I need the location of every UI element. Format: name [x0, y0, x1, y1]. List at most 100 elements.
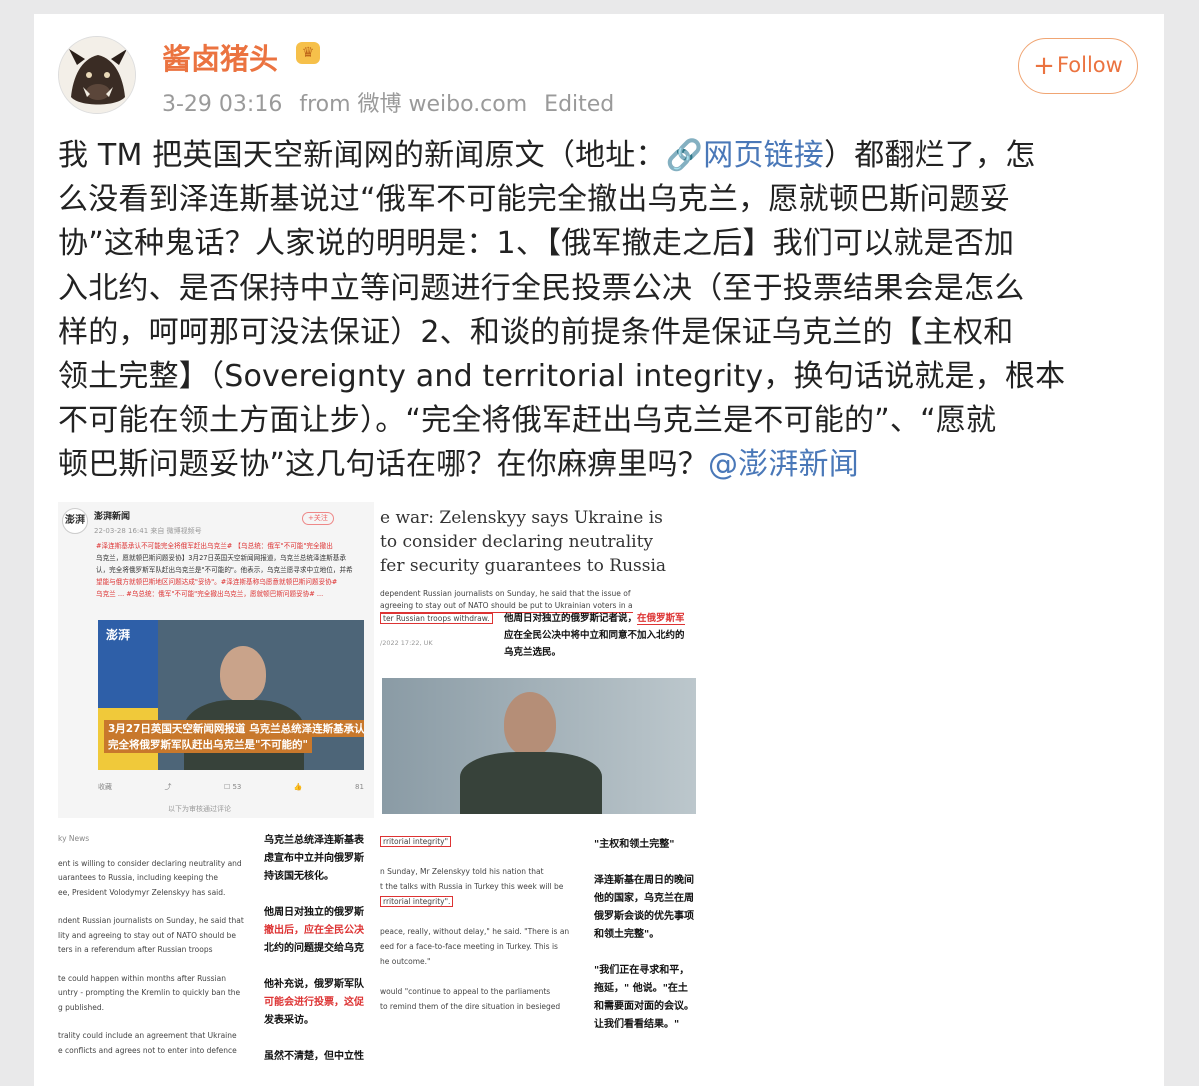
post-text-line: 么没看到泽连斯基说过“俄军不可能完全撤出乌克兰，愿就顿巴斯问题妥: [58, 182, 1010, 218]
en-line-boxed: rritorial integrity".: [380, 896, 454, 907]
en-line: n Sunday, Mr Zelenskyy told his nation t…: [380, 867, 544, 876]
image-grid: 澎湃 澎湃新闻 22-03-28 16:41 来自 微博视频号 +关注 #泽连斯…: [58, 502, 698, 1086]
cn-line: 乌克兰选民。: [504, 647, 562, 658]
en-line: dependent Russian journalists on Sunday,…: [380, 589, 631, 598]
share-icon: ⤴: [164, 783, 172, 791]
cn-line-red: 在俄罗斯军: [637, 613, 685, 625]
en-line: to remind them of the dire situation in …: [380, 1002, 561, 1011]
video-caption-1: 3月27日英国天空新闻网报道 乌克兰总统泽连斯基承认: [104, 720, 364, 737]
headline-line: fer security guarantees to Russia: [380, 556, 667, 576]
en-line: ent is willing to consider declaring neu…: [58, 858, 242, 868]
post-text-line: 我 TM 把英国天空新闻网的新闻原文（地址：🔗网页链接）都翻烂了，怎: [58, 134, 1138, 178]
edited-label[interactable]: Edited: [544, 92, 614, 117]
en-line: untry - prompting the Kremlin to quickly…: [58, 988, 241, 997]
en-line: peace, really, without delay," he said. …: [380, 927, 570, 936]
en-line: te could happen within months after Russ…: [58, 973, 227, 983]
follow-label: Follow: [1056, 53, 1123, 77]
cn-line: 虽然不清楚，但中立性: [264, 1051, 364, 1062]
image2-video: [382, 678, 696, 814]
cn-line: 他补充说，俄罗斯军队: [264, 979, 364, 990]
web-link[interactable]: 🔗网页链接: [666, 138, 824, 173]
action-label: 收藏: [98, 783, 112, 791]
image1-video: 澎湃 3月27日英国天空新闻网报道 乌克兰总统泽连斯基承认 完全将俄罗斯军队赶出…: [98, 620, 364, 770]
avatar[interactable]: [58, 36, 136, 114]
post-text-line: 样的，呵呵那可没法保证）2、和谈的前提条件是保证乌克兰的【主权和: [58, 314, 1014, 350]
image4-cn: "主权和领土完整" 泽连斯基在周日的晚间 他的国家，乌克兰在周 俄罗斯会谈的优先…: [594, 836, 698, 1034]
cn-line: 和需要面对面的会议。: [594, 1001, 694, 1012]
headline-line: to consider declaring neutrality: [380, 532, 654, 552]
username[interactable]: 酱卤猪头: [162, 36, 278, 78]
post-timestamp[interactable]: 3-29 03:16: [162, 92, 282, 117]
post-text-segment: ）都翻烂了，怎: [824, 138, 1036, 173]
cn-line: 他周日对独立的俄罗斯: [264, 907, 364, 918]
post-text-line: 领土完整】（Sovereignty and territorial integr…: [58, 358, 1066, 394]
attached-image-1[interactable]: 澎湃 澎湃新闻 22-03-28 16:41 来自 微博视频号 +关注 #泽连斯…: [58, 502, 374, 818]
image2-cn: 他周日对独立的俄罗斯记者说，在俄罗斯军 应在全民公决中将中立和同意不加入北约的 …: [504, 610, 685, 661]
en-line: t the talks with Russia in Turkey this w…: [380, 882, 564, 891]
en-line: trality could include an agreement that …: [58, 1031, 237, 1040]
cn-line: 俄罗斯会谈的优先事项: [594, 911, 694, 922]
en-line: he outcome.": [380, 957, 431, 966]
post-source: from 微博 weibo.com: [299, 92, 528, 117]
en-line-boxed: rritorial integrity": [380, 836, 452, 847]
post-meta: 3-29 03:16 from 微博 weibo.com Edited: [162, 86, 624, 118]
en-line: ky News: [58, 834, 90, 843]
post-text-line: 不可能在领土方面让步）。“完全将俄军赶出乌克兰是不可能的”、“愿就: [58, 403, 997, 439]
en-line: eed for a face-to-face meeting in Turkey…: [380, 942, 558, 951]
image1-comment-hint: 以下为审核通过评论: [168, 805, 231, 813]
en-line: ndent Russian journalists on Sunday, he …: [58, 916, 244, 925]
post-text-line: 协”这种鬼话？人家说的明明是：1、【俄军撤走之后】我们可以就是否加: [58, 226, 1015, 262]
follow-button[interactable]: +Follow: [1018, 38, 1138, 94]
like-count: 81: [355, 783, 364, 791]
cn-line: 拖延，" 他说。"在土: [594, 983, 688, 994]
image1-actions: 收藏 ⤴ ☐ 53 👍 81: [98, 780, 364, 794]
post-text-segment: 我 TM 把英国天空新闻网的新闻原文（地址：: [58, 138, 666, 173]
cn-line: 应在全民公决中将中立和同意不加入北约的: [504, 630, 685, 641]
image2-headline: e war: Zelenskyy says Ukraine is to cons…: [380, 506, 666, 578]
image1-body-line: 认，完全将俄罗斯军队赶出乌克兰是"不可能的"。他表示，乌克兰愿寻求中立地位，并希: [96, 566, 353, 574]
account-avatar: 澎湃: [62, 508, 88, 534]
en-line-boxed: ter Russian troops withdraw.: [380, 613, 493, 624]
en-line: e conflicts and agrees not to enter into…: [58, 1045, 237, 1055]
boar-avatar-icon: [59, 37, 135, 113]
video-logo: 澎湃: [106, 628, 131, 642]
post-text-line: 顿巴斯问题妥协”这几句话在哪？在你麻痹里吗？@澎湃新闻: [58, 443, 1138, 487]
cn-line: "我们正在寻求和平，: [594, 965, 690, 976]
video-caption-2: 完全将俄罗斯军队赶出乌克兰是"不可能的": [104, 736, 312, 753]
weibo-post-card: 酱卤猪头 ♛ 3-29 03:16 from 微博 weibo.com Edit…: [34, 14, 1164, 1086]
web-link-label: 网页链接: [703, 138, 825, 173]
cn-line: 和领土完整"。: [594, 929, 660, 940]
image1-body-line: #泽连斯基承认不可能完全将俄军赶出乌克兰# 【乌总统：俄军"不可能"完全撤出: [96, 542, 333, 550]
cn-line: 乌克兰总统泽连斯基表: [264, 835, 364, 846]
cn-line: "主权和领土完整": [594, 839, 675, 850]
image4-en: rritorial integrity" n Sunday, Mr Zelens…: [380, 834, 580, 1014]
image3-en: ky News ent is willing to consider decla…: [58, 832, 254, 1058]
mention-link[interactable]: @澎湃新闻: [708, 447, 859, 482]
attached-image-4[interactable]: rritorial integrity" n Sunday, Mr Zelens…: [380, 824, 698, 1086]
image2-date: /2022 17:22, UK: [380, 639, 433, 647]
comment-count: ☐ 53: [223, 783, 242, 791]
vip-crown-icon: ♛: [296, 42, 320, 64]
en-line: ee, President Volodymyr Zelenskyy has sa…: [58, 887, 226, 897]
cn-line: 持该国无核化。: [264, 871, 334, 882]
image1-date: 22-03-28 16:41 来自 微博视频号: [94, 527, 202, 535]
cn-line: 让我们看看结果。": [594, 1019, 680, 1030]
comment-count-value: 53: [232, 783, 242, 791]
post-text: 我 TM 把英国天空新闻网的新闻原文（地址：🔗网页链接）都翻烂了，怎 么没看到泽…: [58, 134, 1138, 488]
attached-image-2[interactable]: e war: Zelenskyy says Ukraine is to cons…: [380, 502, 698, 818]
image3-cn: 乌克兰总统泽连斯基表 虑宣布中立并向俄罗斯 持该国无核化。 他周日对独立的俄罗斯…: [264, 832, 374, 1066]
post-text-segment: 顿巴斯问题妥协”这几句话在哪？在你麻痹里吗？: [58, 447, 708, 483]
like-icon: 👍: [293, 783, 303, 791]
image1-account: 澎湃新闻: [94, 512, 131, 522]
cn-line: 发表采访。: [264, 1015, 314, 1026]
en-line: lity and agreeing to stay out of NATO sh…: [58, 930, 237, 940]
cn-line: 虑宣布中立并向俄罗斯: [264, 853, 364, 864]
en-line: would "continue to appeal to the parliam…: [380, 987, 551, 996]
image1-follow: +关注: [302, 512, 334, 525]
post-text-line: 入北约、是否保持中立等问题进行全民投票公决（至于投票结果会是怎么: [58, 270, 1025, 306]
plus-icon: +: [1033, 51, 1055, 81]
attached-image-3[interactable]: ky News ent is willing to consider decla…: [58, 824, 374, 1086]
image1-body-line: 乌克兰，愿就顿巴斯问题妥协】3月27日英国天空新闻网报道，乌克兰总统泽连斯基承: [96, 554, 346, 562]
link-icon: 🔗: [665, 138, 704, 173]
en-line: ters in a referendum after Russian troop…: [58, 945, 213, 954]
